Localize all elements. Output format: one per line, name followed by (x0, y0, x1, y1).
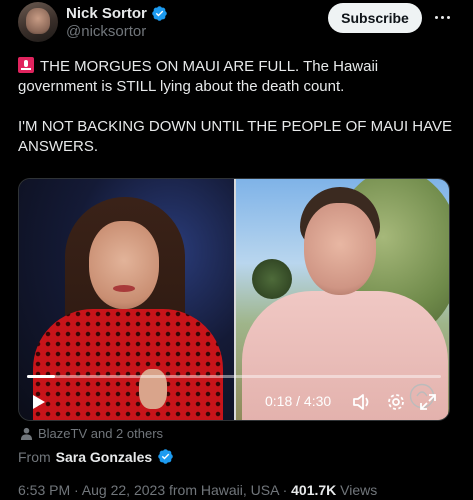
from-label: From (18, 448, 51, 465)
source-verified-badge-icon (158, 449, 173, 464)
subscribe-button[interactable]: Subscribe (328, 3, 422, 33)
fullscreen-expand-icon[interactable] (417, 391, 439, 413)
views-count: 401.7K (291, 482, 337, 498)
more-options-icon[interactable] (432, 7, 452, 27)
tweet-paragraph-1: THE MORGUES ON MAUI ARE FULL. The Hawaii… (18, 57, 458, 97)
video-left-frame (19, 179, 234, 420)
video-time: 0:18 / 4:30 (265, 393, 332, 409)
siren-emoji-icon (18, 57, 34, 73)
source-name-link[interactable]: Sara Gonzales (56, 449, 153, 465)
author-handle[interactable]: @nicksortor (66, 23, 146, 40)
video-progress-bar[interactable] (27, 375, 441, 378)
author-name-row: Nick Sortor (66, 4, 168, 22)
tweet-paragraph-2: I'M NOT BACKING DOWN UNTIL THE PEOPLE OF… (18, 118, 453, 155)
liked-by-row[interactable]: BlazeTV and 2 others (20, 426, 163, 441)
volume-icon[interactable] (351, 391, 373, 413)
person-icon (20, 427, 33, 440)
views-label: Views (336, 482, 378, 498)
settings-gear-icon[interactable] (385, 391, 407, 413)
avatar-image (26, 8, 50, 34)
tweet-line-1: THE MORGUES ON MAUI ARE FULL. The Hawaii… (18, 58, 379, 95)
video-progress-fill (27, 375, 55, 378)
video-source-row: From Sara Gonzales (18, 448, 174, 465)
tweet-meta: 6:53 PM · Aug 22, 2023 from Hawaii, USA … (18, 482, 377, 498)
video-player[interactable]: 0:18 / 4:30 (18, 178, 450, 421)
author-display-name[interactable]: Nick Sortor (66, 5, 147, 22)
author-avatar[interactable] (18, 2, 58, 42)
play-icon[interactable] (29, 391, 49, 413)
verified-badge-icon (152, 5, 167, 21)
liked-by-text: BlazeTV and 2 others (38, 426, 164, 441)
tweet-text: THE MORGUES ON MAUI ARE FULL. The Hawaii… (18, 57, 458, 177)
post-timestamp[interactable]: 6:53 PM · Aug 22, 2023 from Hawaii, USA … (18, 482, 291, 498)
